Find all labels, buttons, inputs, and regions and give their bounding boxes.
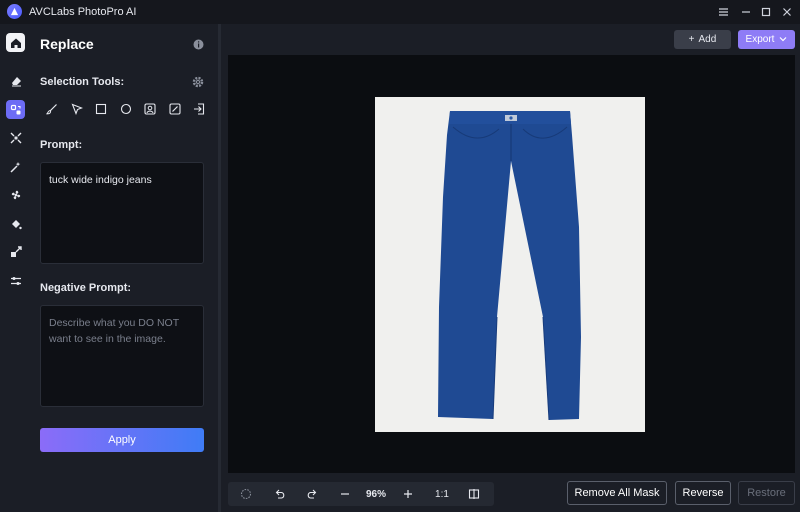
app-title: AVCLabs PhotoPro AI (29, 6, 137, 18)
adjust-icon[interactable] (6, 271, 25, 290)
tool-rail (0, 24, 30, 512)
prompt-input[interactable]: tuck wide indigo jeans (40, 162, 204, 264)
zoom-in-icon[interactable] (400, 486, 416, 502)
export-button-label: Export (745, 34, 775, 45)
image-canvas[interactable] (228, 55, 795, 473)
lasso-icon[interactable] (238, 486, 254, 502)
jeans-image (375, 97, 645, 432)
export-button[interactable]: Export (738, 30, 795, 49)
zoom-out-icon[interactable] (337, 486, 353, 502)
fill-icon[interactable] (6, 214, 25, 233)
eraser-icon[interactable] (6, 71, 25, 90)
expand-icon[interactable] (6, 128, 25, 147)
title-bar: AVCLabs PhotoPro AI (0, 0, 800, 24)
actual-size-button[interactable]: 1:1 (431, 486, 453, 502)
replace-panel: Replace Selection Tools: Prompt: tuck wi… (30, 24, 218, 512)
lasso-select-icon[interactable] (65, 101, 90, 117)
selection-tools (40, 101, 212, 117)
prompt-label: Prompt: (40, 139, 83, 151)
plus-icon: + (688, 34, 695, 45)
minimize-icon[interactable] (738, 4, 754, 20)
magic-icon[interactable] (6, 157, 25, 176)
remove-all-mask-button[interactable]: Remove All Mask (567, 481, 667, 505)
panel-title: Replace (40, 36, 94, 52)
add-button-label: Add (698, 34, 717, 45)
apply-button[interactable]: Apply (40, 428, 204, 452)
replace-icon[interactable] (6, 100, 25, 119)
gear-icon[interactable] (192, 75, 204, 88)
ellipse-select-icon[interactable] (114, 101, 139, 117)
brush-icon[interactable] (40, 101, 65, 117)
negative-prompt-label: Negative Prompt: (40, 282, 132, 294)
reverse-button[interactable]: Reverse (675, 481, 731, 505)
jeans-illustration (438, 111, 581, 421)
upscale-icon[interactable] (6, 242, 25, 261)
restore-button: Restore (738, 481, 795, 505)
maximize-icon[interactable] (758, 4, 774, 20)
info-icon[interactable] (193, 37, 204, 50)
rectangle-select-icon[interactable] (89, 101, 114, 117)
zoom-level: 96% (365, 488, 386, 500)
panel-divider[interactable] (218, 24, 221, 512)
undo-icon[interactable] (272, 486, 288, 502)
negative-prompt-input[interactable] (40, 305, 204, 407)
selection-tools-label: Selection Tools: (40, 76, 125, 88)
compare-icon[interactable] (466, 486, 482, 502)
auto-select-icon[interactable] (163, 101, 188, 117)
add-button[interactable]: + Add (674, 30, 731, 49)
fan-icon[interactable] (6, 185, 25, 204)
portrait-select-icon[interactable] (138, 101, 163, 117)
close-icon[interactable] (779, 4, 795, 20)
home-icon[interactable] (6, 33, 25, 52)
import-mask-icon[interactable] (187, 101, 212, 117)
app-logo-icon (7, 4, 22, 19)
chevron-down-icon (779, 34, 787, 45)
menu-icon[interactable] (715, 4, 731, 20)
redo-icon[interactable] (304, 486, 320, 502)
view-toolbar: 96% 1:1 (228, 482, 494, 506)
